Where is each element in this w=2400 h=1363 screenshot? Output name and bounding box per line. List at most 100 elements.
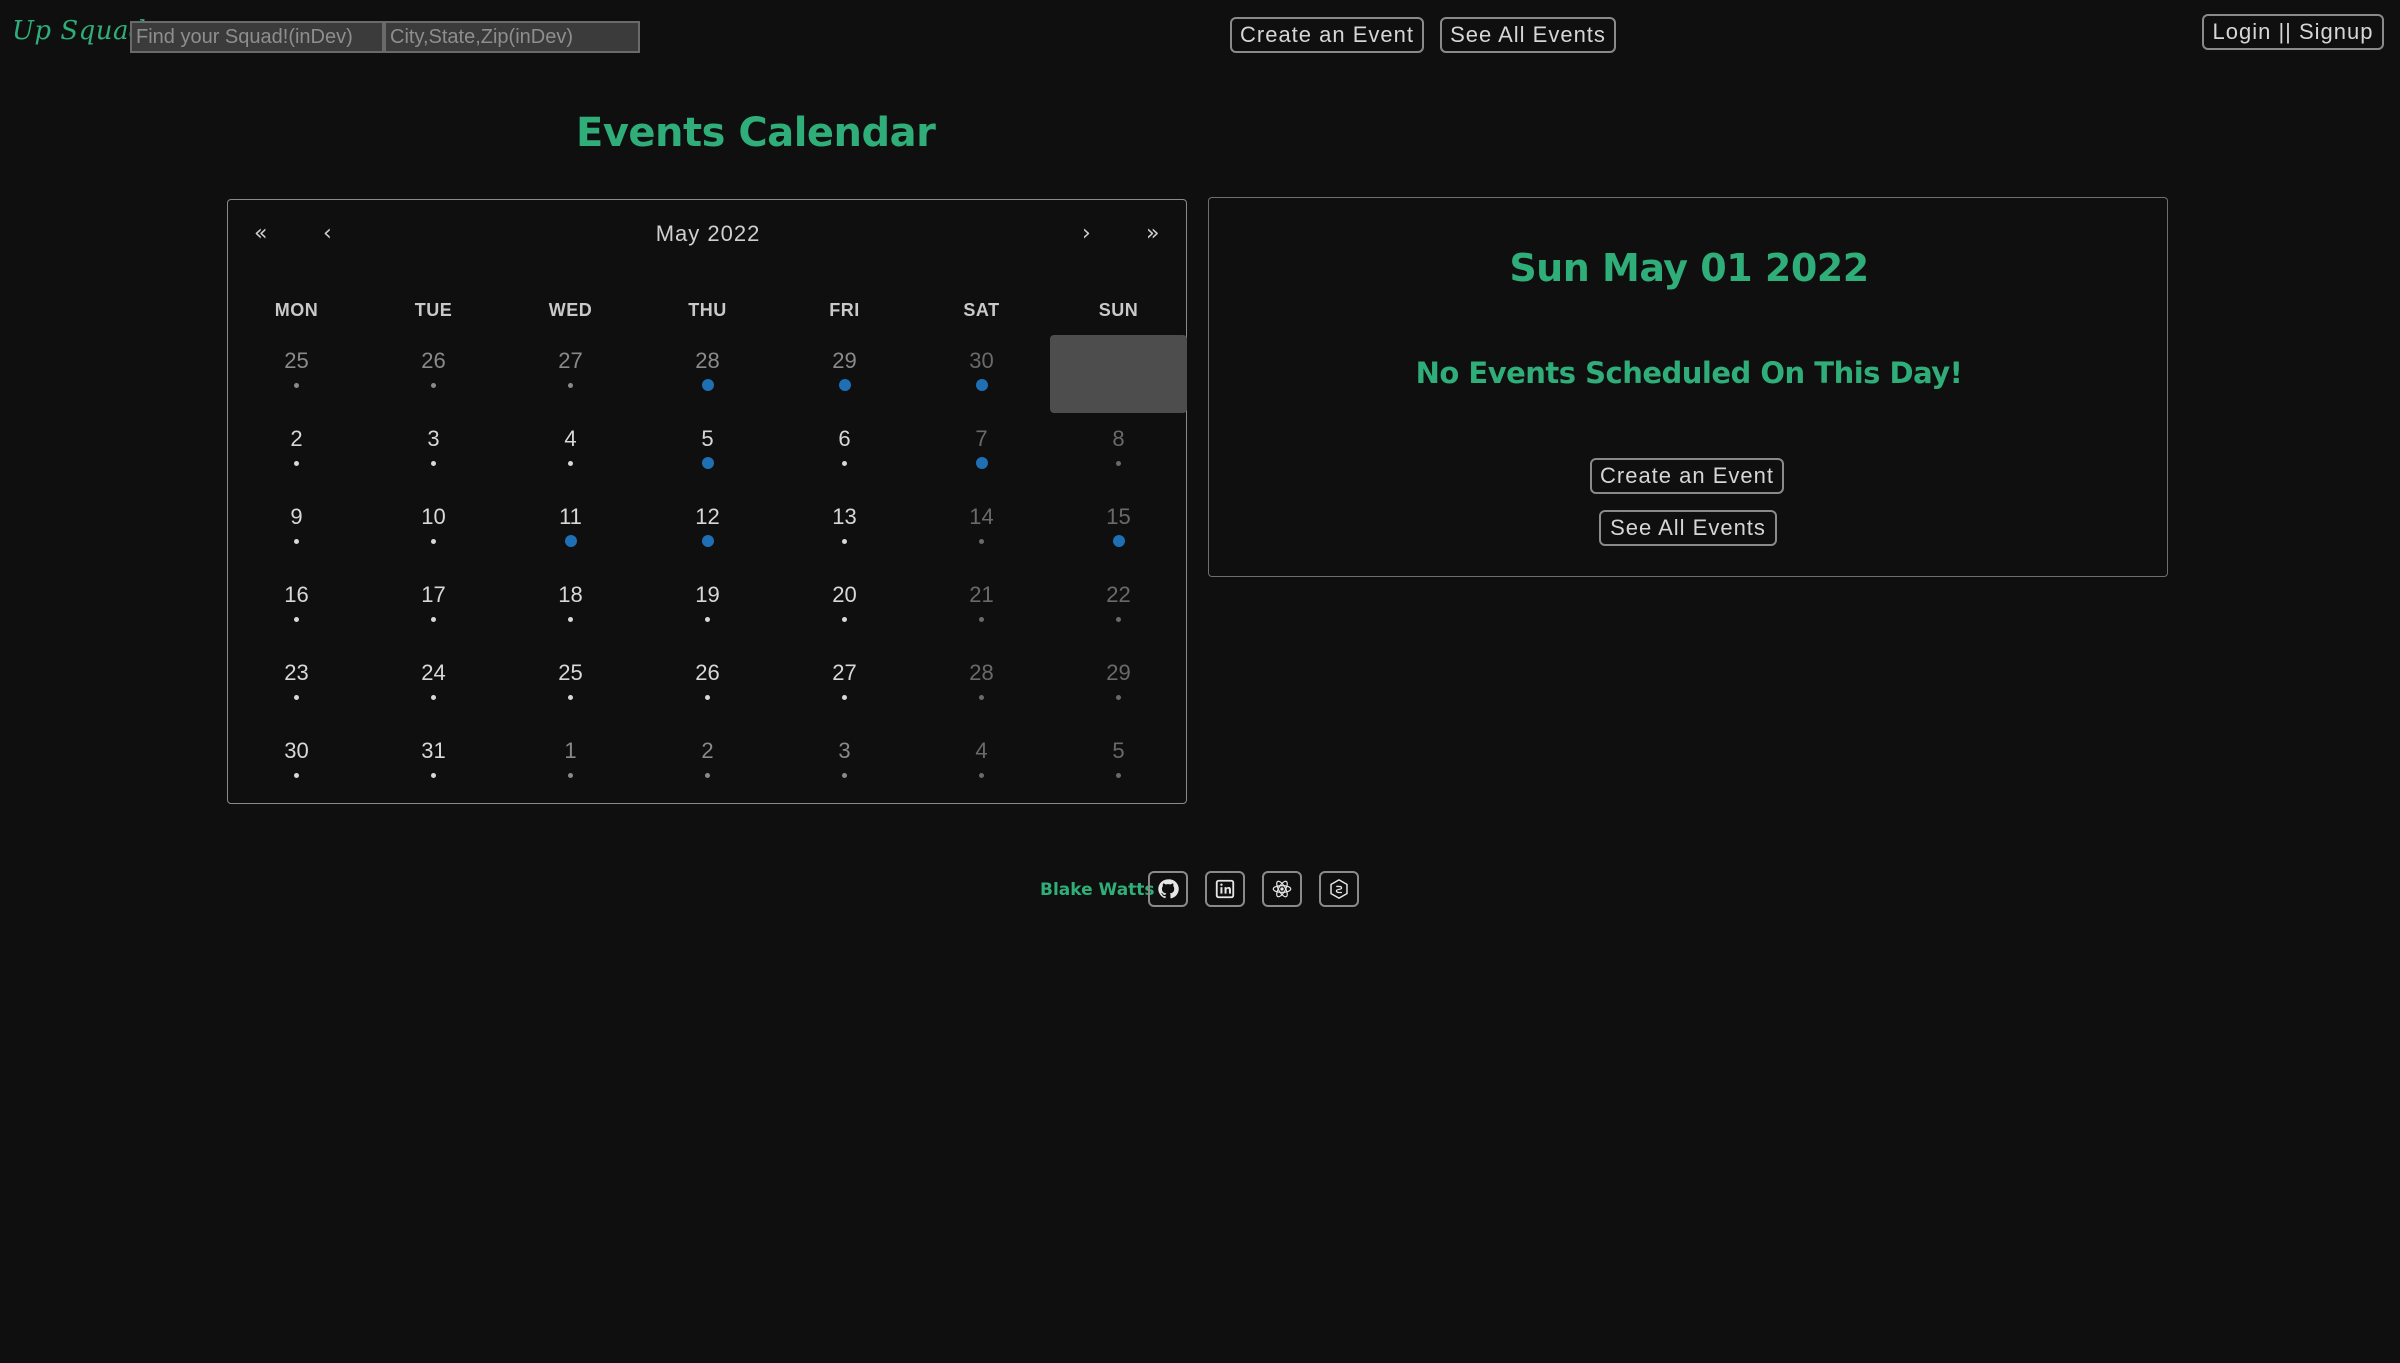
calendar-day[interactable]: 6: [776, 413, 913, 491]
day-number: 9: [290, 504, 303, 529]
calendar-day[interactable]: 28: [913, 647, 1050, 725]
day-number: 5: [1112, 738, 1125, 763]
calendar-day[interactable]: 25: [228, 335, 365, 413]
day-dot: [294, 617, 299, 622]
calendar-month-label[interactable]: May 2022: [228, 222, 1188, 246]
day-number: 7: [975, 426, 988, 451]
calendar-day[interactable]: 13: [776, 491, 913, 569]
login-signup-button[interactable]: Login || Signup: [2202, 14, 2384, 50]
github-link[interactable]: [1148, 871, 1188, 907]
day-number: 27: [558, 348, 583, 373]
calendar-day[interactable]: 9: [228, 491, 365, 569]
day-dot: [1116, 617, 1121, 622]
day-dot: [705, 773, 710, 778]
day-dot: [979, 773, 984, 778]
calendar-day[interactable]: 30: [228, 725, 365, 803]
squad-search-input[interactable]: [130, 21, 384, 53]
day-number: 13: [832, 504, 857, 529]
day-number: 6: [838, 426, 851, 451]
calendar-day[interactable]: 15: [1050, 491, 1187, 569]
calendar-day[interactable]: 28: [639, 335, 776, 413]
calendar-day[interactable]: 1: [502, 725, 639, 803]
calendar-day[interactable]: 2: [228, 413, 365, 491]
calendar-day[interactable]: 19: [639, 569, 776, 647]
day-number: 26: [695, 660, 720, 685]
calendar-day[interactable]: 5: [1050, 725, 1187, 803]
calendar-day[interactable]: 20: [776, 569, 913, 647]
day-number: 12: [695, 504, 720, 529]
panel-see-all-events-button[interactable]: See All Events: [1599, 510, 1777, 546]
calendar-day[interactable]: 21: [913, 569, 1050, 647]
day-number: 28: [695, 348, 720, 373]
brand-logo[interactable]: Up Squad: [12, 16, 146, 46]
calendar-day[interactable]: 23: [228, 647, 365, 725]
calendar-day[interactable]: 2: [639, 725, 776, 803]
day-dot: [979, 539, 984, 544]
calendar-day[interactable]: 26: [639, 647, 776, 725]
linkedin-link[interactable]: [1205, 871, 1245, 907]
calendar-day[interactable]: 7: [913, 413, 1050, 491]
calendar-day[interactable]: 29: [1050, 647, 1187, 725]
calendar-day[interactable]: 30: [913, 335, 1050, 413]
react-link[interactable]: [1262, 871, 1302, 907]
day-number: 14: [969, 504, 994, 529]
header-create-event-button[interactable]: Create an Event: [1230, 17, 1424, 53]
day-dot: [294, 773, 299, 778]
calendar-day[interactable]: 14: [913, 491, 1050, 569]
calendar-day[interactable]: 24: [365, 647, 502, 725]
nodejs-icon: [1330, 878, 1348, 900]
calendar-day[interactable]: 27: [502, 335, 639, 413]
day-number: 15: [1106, 504, 1131, 529]
day-dot: [1116, 695, 1121, 700]
calendar-day[interactable]: 5: [639, 413, 776, 491]
day-number: 23: [284, 660, 309, 685]
calendar-day[interactable]: 3: [365, 413, 502, 491]
day-dot: [568, 773, 573, 778]
calendar-day[interactable]: 29: [776, 335, 913, 413]
calendar-day[interactable]: 8: [1050, 413, 1187, 491]
day-dot: [979, 695, 984, 700]
day-dot: [431, 539, 436, 544]
day-number: 11: [559, 504, 582, 529]
day-number: 10: [421, 504, 446, 529]
day-number: 24: [421, 660, 446, 685]
calendar-day[interactable]: 22: [1050, 569, 1187, 647]
day-number: 30: [284, 738, 309, 763]
calendar-day[interactable]: 10: [365, 491, 502, 569]
location-search-input[interactable]: [384, 21, 640, 53]
panel-create-event-button[interactable]: Create an Event: [1590, 458, 1784, 494]
calendar-day[interactable]: 4: [913, 725, 1050, 803]
event-indicator-dot: [975, 457, 988, 469]
next-year-button[interactable]: »: [1146, 222, 1159, 246]
next-month-button[interactable]: ›: [1082, 222, 1091, 246]
day-number: 28: [969, 660, 994, 685]
day-dot: [568, 461, 573, 466]
calendar-day[interactable]: 12: [639, 491, 776, 569]
event-indicator-dot: [1112, 535, 1125, 547]
header-see-all-events-button[interactable]: See All Events: [1440, 17, 1616, 53]
calendar-day[interactable]: 18: [502, 569, 639, 647]
nodejs-link[interactable]: [1319, 871, 1359, 907]
github-icon: [1158, 879, 1179, 899]
day-number: 16: [284, 582, 309, 607]
calendar-day[interactable]: 25: [502, 647, 639, 725]
weekday-header-row: MON TUE WED THU FRI SAT SUN: [228, 300, 1188, 321]
event-indicator-dot: [701, 379, 714, 391]
day-number: 29: [832, 348, 857, 373]
day-dot: [1116, 461, 1121, 466]
calendar-day[interactable]: 4: [502, 413, 639, 491]
calendar-day[interactable]: 11: [502, 491, 639, 569]
calendar-day[interactable]: 3: [776, 725, 913, 803]
prev-month-button[interactable]: ‹: [323, 222, 332, 246]
day-dot: [431, 695, 436, 700]
calendar-day-selected[interactable]: 1: [1050, 335, 1187, 413]
prev-year-button[interactable]: «: [254, 222, 267, 246]
calendar-day[interactable]: 17: [365, 569, 502, 647]
calendar-day[interactable]: 31: [365, 725, 502, 803]
calendar-day[interactable]: 16: [228, 569, 365, 647]
calendar-day[interactable]: 26: [365, 335, 502, 413]
day-number: 25: [284, 348, 309, 373]
day-dot: [568, 617, 573, 622]
event-indicator-dot: [701, 457, 714, 469]
calendar-day[interactable]: 27: [776, 647, 913, 725]
